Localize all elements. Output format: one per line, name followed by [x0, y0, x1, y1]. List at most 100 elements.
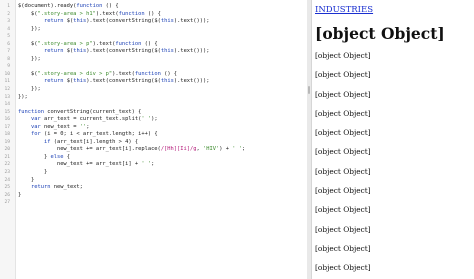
code-token: /[Hh][Ii]/g [160, 146, 197, 153]
line-number: 10 [4, 71, 10, 77]
code-line[interactable]: 25 return new_text; [0, 184, 307, 192]
code-line[interactable]: 5 [0, 33, 307, 41]
code-text: $(".story-area > h1").text(function () { [15, 11, 161, 19]
code-token: (arr_text[i].length > 4) { [50, 138, 139, 145]
code-token: ".story-area > h1" [37, 10, 96, 17]
code-line[interactable]: 4 }); [0, 26, 307, 34]
code-token: ' ' [141, 161, 152, 168]
code-token: $(document).ready( [18, 3, 77, 9]
line-number: 26 [4, 192, 10, 198]
code-text: $(document).ready(function () { [15, 3, 119, 11]
code-line[interactable]: 3 return $(this).text(convertString($(th… [0, 18, 307, 26]
line-number: 1 [7, 4, 10, 9]
code-line[interactable]: 7 return $(this).text(convertString($(th… [0, 48, 307, 56]
page-heading: [object Object] [315, 24, 445, 43]
code-line[interactable]: 13}); [0, 94, 307, 102]
code-token: $( [18, 70, 38, 77]
line-number: 2 [7, 11, 10, 17]
code-text: } [15, 169, 47, 177]
story-paragraph: [object Object] [315, 147, 371, 157]
code-line[interactable]: 15 function convertString(current_text) { [0, 109, 307, 117]
code-token: }); [18, 93, 28, 100]
code-text: $(".story-area > div > p").text(function… [15, 71, 177, 79]
code-text: }); [15, 94, 28, 102]
line-number: 15 [4, 109, 10, 115]
code-line[interactable]: 12 }); [0, 86, 307, 94]
code-token: arr_text = current_text.split( [40, 116, 142, 123]
code-line[interactable]: 22 new_text += arr_text[i] + ' '; [0, 161, 307, 169]
code-token: new_text = [40, 123, 80, 130]
code-line[interactable]: 2 $(".story-area > h1").text(function ()… [0, 11, 307, 19]
code-token: ).text(convertString($( [86, 48, 161, 55]
code-text: return $(this).text(convertString($(this… [15, 78, 210, 86]
code-line[interactable]: 11 return $(this).text(convertString($(t… [0, 78, 307, 86]
story-paragraph: [object Object] [315, 89, 371, 99]
code-token: this [160, 78, 174, 85]
line-number: 13 [4, 94, 10, 100]
code-token: return [43, 48, 64, 55]
code-token: } [18, 153, 51, 160]
code-token: else [50, 153, 64, 160]
code-text: }); [15, 26, 41, 34]
line-number: 19 [4, 139, 10, 145]
paragraph-list: [object Object] [object Object] [object Ob… [315, 51, 474, 279]
story-paragraph: [object Object] [315, 263, 371, 273]
pane-splitter[interactable] [307, 0, 312, 279]
industries-link[interactable]: INDUSTRIES [315, 5, 474, 15]
code-text: new_text += arr_text[i].replace(/[Hh][Ii… [15, 146, 245, 154]
code-text: return $(this).text(convertString($(this… [15, 18, 210, 26]
code-token: this [73, 78, 87, 85]
code-text: return $(this).text(convertString($(this… [15, 48, 210, 56]
code-text: } [15, 192, 21, 200]
code-line[interactable]: 1 $(document).ready(function () { [0, 3, 307, 11]
line-number: 17 [4, 124, 10, 130]
code-token: } [18, 176, 35, 183]
code-line[interactable]: 16 var arr_text = current_text.split(' '… [0, 116, 307, 124]
code-line[interactable]: 17 var new_text = ''; [0, 124, 307, 132]
code-token: for [30, 131, 41, 138]
preview-pane: INDUSTRIES [object Object] [object Objec… [313, 0, 474, 279]
code-token: ; [86, 123, 90, 130]
code-line[interactable]: 26} [0, 192, 307, 200]
code-token: { [63, 153, 70, 160]
code-line[interactable]: 10 $(".story-area > div > p").text(funct… [0, 71, 307, 79]
code-token: var [30, 116, 41, 123]
code-token: function [134, 70, 161, 77]
code-lines[interactable]: 1 $(document).ready(function () {2 $(".st… [0, 3, 307, 207]
code-line[interactable]: 6 $(".story-area > p").text(function () … [0, 41, 307, 49]
code-line[interactable]: 24 } [0, 177, 307, 185]
code-line[interactable]: 21 } else { [0, 154, 307, 162]
code-line[interactable]: 14 [0, 101, 307, 109]
code-line[interactable]: 18 for (i = 0; i < arr_text.length; i++)… [0, 131, 307, 139]
code-token: new_text; [50, 184, 83, 191]
code-token: ).text())); [173, 48, 210, 55]
code-text: } [15, 177, 34, 185]
code-line[interactable]: 20 new_text += arr_text[i].replace(/[Hh]… [0, 146, 307, 154]
code-token: ; [151, 161, 155, 168]
code-token: this [160, 48, 174, 55]
code-token: () { [144, 10, 161, 17]
splitter-grip-icon[interactable] [308, 86, 310, 94]
line-number: 18 [4, 132, 10, 138]
code-line[interactable]: 23 } [0, 169, 307, 177]
code-line[interactable]: 27 [0, 199, 307, 207]
line-number: 27 [4, 200, 10, 206]
line-number: 24 [4, 177, 10, 183]
code-token: return [30, 184, 51, 191]
code-editor-pane[interactable]: 1 $(document).ready(function () {2 $(".st… [0, 0, 308, 279]
code-token: (i = 0; i < arr_text.length; i++) { [40, 131, 158, 138]
code-text: for (i = 0; i < arr_text.length; i++) { [15, 131, 158, 139]
code-line[interactable]: 9 [0, 63, 307, 71]
code-token: $( [63, 78, 74, 85]
line-number: 23 [4, 170, 10, 176]
story-paragraph: [object Object] [315, 243, 371, 253]
code-line[interactable]: 19 if (arr_text[i].length > 4) { [0, 139, 307, 147]
code-token: ).text())); [173, 78, 210, 85]
code-line[interactable]: 8 }); [0, 56, 307, 64]
